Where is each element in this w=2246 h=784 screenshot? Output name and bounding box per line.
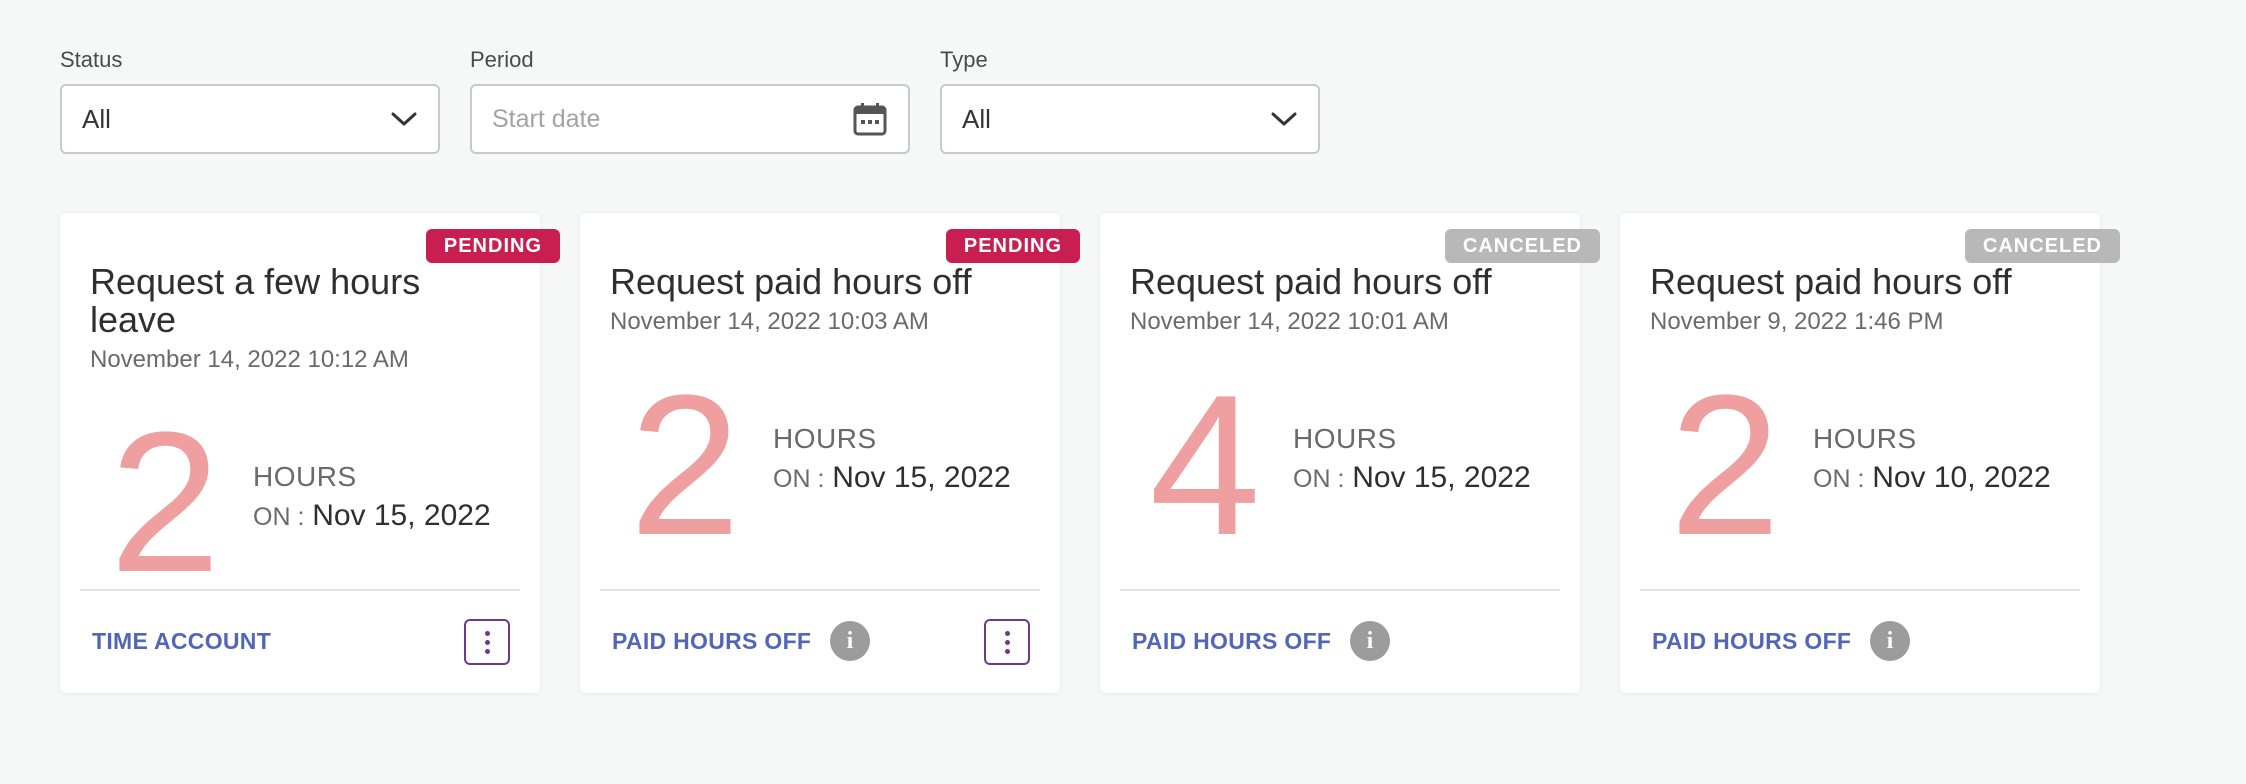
hours-amount: 2 — [629, 354, 741, 577]
on-date-line: ON : Nov 15, 2022 — [1293, 461, 1531, 495]
hours-unit: HOURS — [1293, 423, 1397, 454]
more-options-button[interactable] — [984, 619, 1030, 665]
request-cards: PENDING Request a few hours leave Novemb… — [60, 213, 2140, 693]
on-date: Nov 15, 2022 — [1352, 461, 1531, 494]
on-date: Nov 15, 2022 — [312, 499, 491, 532]
on-label: ON : — [1293, 465, 1345, 493]
status-badge: CANCELED — [1964, 229, 2120, 263]
hours-unit: HOURS — [253, 461, 357, 492]
hours-amount: 2 — [1669, 354, 1781, 577]
kebab-dot — [484, 648, 490, 654]
request-type-link[interactable]: PAID HOURS OFF — [1652, 628, 1851, 655]
chevron-down-icon — [1270, 109, 1298, 129]
card-divider — [1120, 589, 1560, 591]
status-badge: CANCELED — [1444, 229, 1600, 263]
info-icon[interactable]: i — [1870, 621, 1910, 661]
type-select[interactable]: All — [940, 84, 1320, 154]
kebab-dot — [1004, 630, 1010, 636]
card-divider — [1640, 589, 2080, 591]
status-label: Status — [60, 47, 123, 72]
hours-unit: HOURS — [1813, 423, 1917, 454]
request-title: Request a few hours leave — [90, 261, 421, 340]
request-date: November 9, 2022 1:46 PM — [1650, 308, 1944, 335]
request-type-link[interactable]: TIME ACCOUNT — [92, 628, 271, 655]
info-icon[interactable]: i — [1350, 621, 1390, 661]
request-card[interactable]: CANCELED Request paid hours off November… — [1100, 213, 1600, 693]
on-date: Nov 10, 2022 — [1872, 461, 2051, 494]
type-select-value: All — [962, 103, 991, 134]
request-title: Request paid hours off — [610, 261, 972, 302]
status-filter: Status All — [60, 46, 440, 154]
on-date-line: ON : Nov 15, 2022 — [253, 499, 491, 533]
type-filter: Type All — [940, 46, 1320, 154]
request-type-link[interactable]: PAID HOURS OFF — [1132, 628, 1331, 655]
request-date: November 14, 2022 10:12 AM — [90, 346, 409, 373]
request-type-link[interactable]: PAID HOURS OFF — [612, 628, 811, 655]
on-label: ON : — [773, 465, 825, 493]
request-title: Request paid hours off — [1130, 261, 1492, 302]
hours-amount: 4 — [1149, 354, 1261, 577]
status-select[interactable]: All — [60, 84, 440, 154]
hours-amount: 2 — [109, 391, 221, 614]
kebab-dot — [484, 630, 490, 636]
card-divider — [80, 589, 520, 591]
info-icon[interactable]: i — [830, 621, 870, 661]
on-date-line: ON : Nov 10, 2022 — [1813, 461, 2051, 495]
request-title: Request paid hours off — [1650, 261, 2012, 302]
status-badge: PENDING — [945, 229, 1080, 263]
status-select-value: All — [82, 103, 111, 134]
period-label: Period — [470, 47, 534, 72]
kebab-dot — [1004, 648, 1010, 654]
type-label: Type — [940, 47, 988, 72]
filters-bar: Status All Period Start date Type All — [60, 46, 1350, 154]
start-date-field[interactable]: Start date — [470, 84, 910, 154]
time-off-requests-page: Status All Period Start date Type All PE… — [0, 0, 2246, 784]
request-card[interactable]: CANCELED Request paid hours off November… — [1620, 213, 2120, 693]
kebab-dot — [1004, 639, 1010, 645]
request-card[interactable]: PENDING Request a few hours leave Novemb… — [60, 213, 560, 693]
status-badge: PENDING — [425, 229, 560, 263]
request-date: November 14, 2022 10:03 AM — [610, 308, 929, 335]
request-card[interactable]: PENDING Request paid hours off November … — [580, 213, 1080, 693]
card-divider — [600, 589, 1040, 591]
on-label: ON : — [253, 503, 305, 531]
hours-unit: HOURS — [773, 423, 877, 454]
chevron-down-icon — [390, 109, 418, 129]
kebab-dot — [484, 639, 490, 645]
start-date-placeholder: Start date — [492, 104, 601, 133]
request-date: November 14, 2022 10:01 AM — [1130, 308, 1449, 335]
on-date: Nov 15, 2022 — [832, 461, 1011, 494]
calendar-icon[interactable] — [852, 101, 888, 137]
on-date-line: ON : Nov 15, 2022 — [773, 461, 1011, 495]
on-label: ON : — [1813, 465, 1865, 493]
more-options-button[interactable] — [464, 619, 510, 665]
period-filter: Period Start date — [470, 46, 910, 154]
